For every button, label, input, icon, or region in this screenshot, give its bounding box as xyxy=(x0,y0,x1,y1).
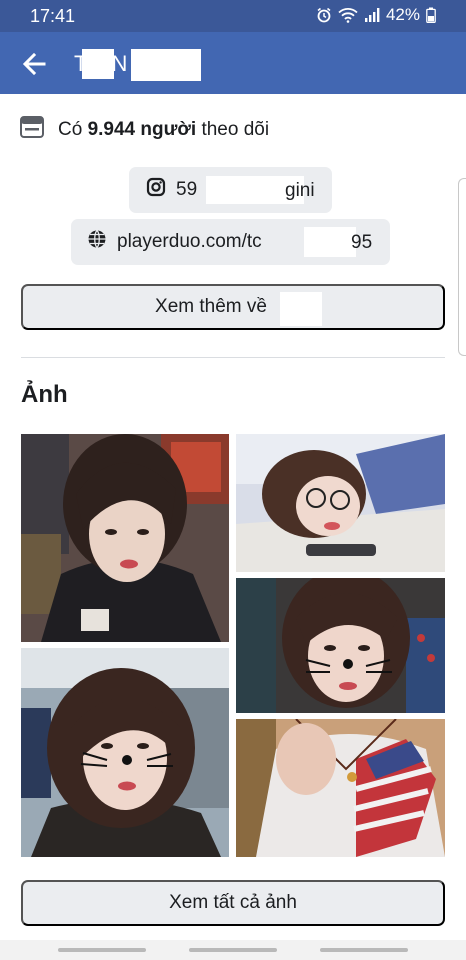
photo-thumbnail[interactable] xyxy=(21,434,229,642)
website-url-start: playerduo.com/tc xyxy=(117,231,262,252)
arrow-left-icon xyxy=(22,53,46,75)
divider xyxy=(21,357,445,358)
photos-section-title: Ảnh xyxy=(21,381,68,408)
instagram-handle-end: gini xyxy=(285,180,315,201)
see-more-about-button[interactable]: Xem thêm về xyxy=(21,284,445,330)
photo-thumbnail[interactable] xyxy=(236,578,445,713)
redaction-block xyxy=(82,49,114,79)
recent-apps-gesture-hint[interactable] xyxy=(58,948,146,952)
photo-thumbnail[interactable] xyxy=(236,434,445,572)
followers-row: Có 9.944 người theo dõi xyxy=(20,116,269,143)
redaction-block xyxy=(131,49,201,81)
status-icons: 42% xyxy=(316,5,436,25)
app-header: T N xyxy=(0,32,466,94)
redaction-block xyxy=(304,227,356,257)
home-gesture-hint[interactable] xyxy=(189,948,277,952)
followers-prefix: Có xyxy=(58,118,88,140)
redaction-block xyxy=(280,292,322,326)
alarm-icon xyxy=(316,7,332,23)
photo-thumbnail[interactable] xyxy=(21,648,229,857)
website-url-end: 95 xyxy=(351,232,373,253)
followers-count: 9.944 người xyxy=(87,118,197,140)
battery-icon xyxy=(426,7,436,23)
edge-panel-handle[interactable] xyxy=(458,178,466,356)
instagram-handle-start: 59 xyxy=(176,179,198,200)
back-button[interactable] xyxy=(18,48,50,80)
followers-suffix: theo dõi xyxy=(196,118,270,140)
back-gesture-hint[interactable] xyxy=(320,948,408,952)
instagram-link[interactable]: 59 gini xyxy=(129,167,332,213)
status-bar: 17:41 42% xyxy=(0,0,466,32)
battery-label: 42% xyxy=(385,5,420,24)
see-all-photos-button[interactable]: Xem tất cả ảnh xyxy=(21,880,445,926)
wifi-icon xyxy=(338,7,358,23)
followers-text: Có 9.944 người theo dõi xyxy=(58,119,269,141)
signal-icon xyxy=(364,7,380,23)
photo-thumbnail[interactable] xyxy=(236,719,445,857)
instagram-icon xyxy=(146,177,166,203)
status-time: 17:41 xyxy=(30,6,76,26)
gesture-bar xyxy=(0,940,466,960)
see-more-label: Xem thêm về xyxy=(155,296,267,317)
website-link[interactable]: playerduo.com/tc 95 xyxy=(71,219,390,265)
globe-icon xyxy=(87,229,107,255)
followers-icon xyxy=(20,116,44,143)
